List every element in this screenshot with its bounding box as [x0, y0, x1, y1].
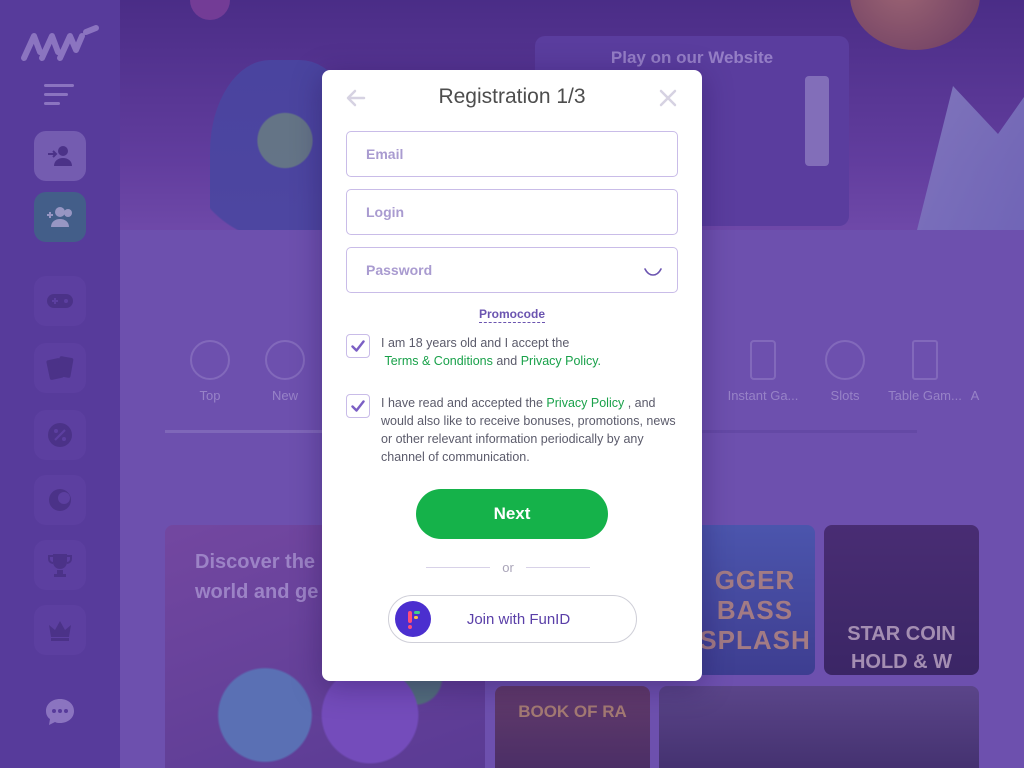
age-terms-text: I am 18 years old and I accept the Terms… [381, 334, 683, 370]
promocode-row: Promocode [322, 305, 702, 323]
modal-title: Registration 1/3 [438, 85, 586, 108]
consent-text: I am 18 years old and I accept the [381, 336, 570, 350]
marketing-checkbox[interactable] [346, 394, 370, 418]
privacy-policy-link[interactable]: Privacy Policy [546, 396, 624, 410]
consent-text: I have read and accepted the [381, 396, 543, 410]
funid-label: Join with FunID [466, 611, 571, 628]
marketing-text: I have read and accepted the Privacy Pol… [381, 394, 683, 466]
login-field-wrapper [346, 189, 678, 235]
password-field-wrapper [346, 247, 678, 293]
checkmark-icon [351, 400, 365, 412]
login-field[interactable] [347, 190, 677, 234]
close-icon[interactable] [656, 86, 680, 110]
promocode-link[interactable]: Promocode [478, 307, 545, 323]
privacy-policy-link[interactable]: Privacy Policy. [521, 354, 601, 368]
email-field-wrapper [346, 131, 678, 177]
eye-closed-icon[interactable] [643, 260, 663, 280]
email-field[interactable] [347, 132, 677, 176]
divider-line [526, 567, 590, 568]
next-button[interactable]: Next [416, 489, 608, 539]
terms-link[interactable]: Terms & Conditions [384, 354, 492, 368]
age-terms-checkbox[interactable] [346, 334, 370, 358]
password-field[interactable] [347, 248, 677, 292]
funid-button[interactable]: Join with FunID [388, 595, 637, 643]
registration-modal: Registration 1/3 Promocode I am 18 years… [322, 70, 702, 681]
checkmark-icon [351, 340, 365, 352]
or-divider: or [426, 560, 590, 575]
consent-text: and [496, 354, 518, 368]
